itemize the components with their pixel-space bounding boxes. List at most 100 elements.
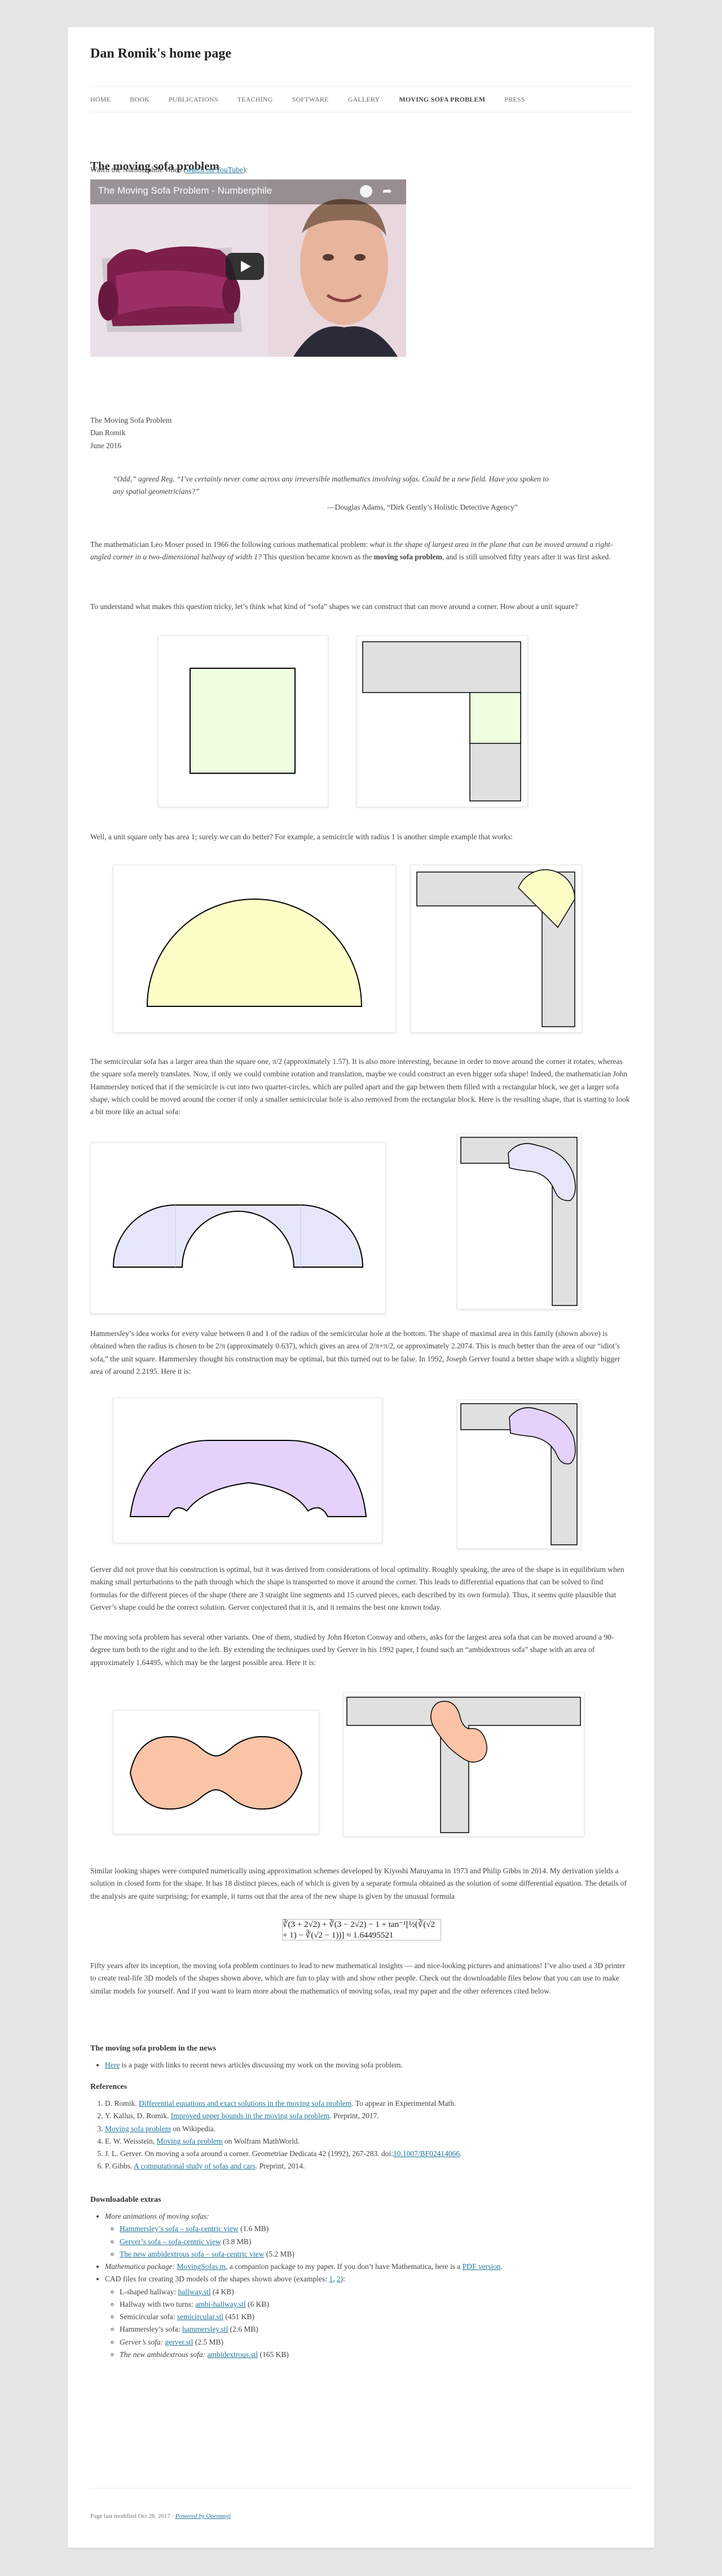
ambidextrous-shape (129, 1736, 303, 1810)
square-in-hallway (469, 692, 521, 744)
cad-file-item: The new ambidextrous sofa: ambidextrous.… (120, 2349, 632, 2361)
cad-example-2-link[interactable]: 2 (337, 2275, 341, 2283)
references-heading: References (90, 2083, 127, 2091)
cad-file-item: L-shaped hallway: hallway.stl (4 KB) (120, 2286, 632, 2298)
extras-package: Mathematica package: MovingSofas.m, a co… (105, 2260, 632, 2273)
paragraph-semicircle: Well, a unit square only has area 1; sur… (90, 833, 513, 841)
reference-item: P. Gibbs. A computational study of sofas… (105, 2160, 632, 2172)
animation-link[interactable]: Gerver’s sofa – sofa-centric view (120, 2237, 221, 2246)
references-list: D. Romik. Differential equations and exa… (90, 2097, 632, 2173)
cad-file-item: Semicircular sofa: semicircular.stl (451… (120, 2311, 632, 2323)
square-hallway-diagram (362, 641, 521, 801)
area-formula: ∛(3 + 2√2) + ∛(3 − 2√2) − 1 + tan⁻¹[½(∛(… (282, 1919, 441, 1940)
square-sofa-diagram (190, 668, 296, 774)
extras-cad: CAD files for creating 3D models of the … (105, 2273, 632, 2361)
news-item: Here is a page with links to recent news… (105, 2059, 632, 2071)
reference-item: Y. Kallus, D. Romik. Improved upper boun… (105, 2110, 632, 2122)
nav-home[interactable]: HOME (90, 95, 111, 104)
semicircle-sofa-figure (113, 865, 396, 1033)
paragraph-intro: The mathematician Leo Moser posed in 196… (90, 540, 613, 562)
nav-press[interactable]: PRESS (504, 95, 525, 104)
paper-meta: The Moving Sofa Problem Dan Romik June 2… (90, 416, 172, 450)
cad-file-link[interactable]: semicircular.stl (177, 2312, 223, 2321)
share-icon[interactable]: ➦ (382, 184, 392, 198)
nav-book[interactable]: BOOK (130, 95, 149, 104)
paragraph-optimality: Gerver did not prove that his constructi… (90, 1565, 624, 1611)
main-nav: HOME BOOK PUBLICATIONS TEACHING SOFTWARE… (90, 86, 632, 112)
square-sofa-shape (190, 668, 296, 774)
reference-item: J. L. Gerver. On moving a sofa around a … (105, 2148, 632, 2160)
gerver-hallway-diagram (460, 1403, 578, 1545)
nav-publications[interactable]: PUBLICATIONS (169, 95, 218, 104)
ambidextrous-hallway-figure (343, 1692, 584, 1837)
nav-gallery[interactable]: GALLERY (348, 95, 380, 104)
nav-moving-sofa[interactable]: MOVING SOFA PROBLEM (399, 95, 485, 104)
news-heading: The moving sofa problem in the news (90, 2044, 216, 2053)
reference-item: E. W. Weisstein, Moving sofa problem on … (105, 2135, 632, 2148)
animation-item: Hammersley’s sofa – sofa-centric view (1… (120, 2223, 632, 2235)
cad-file-item: Gerver’s sofa: gerver.stl (2.5 MB) (120, 2336, 632, 2349)
animation-link[interactable]: Hammersley’s sofa – sofa-centric view (120, 2224, 239, 2233)
footer-divider (90, 2488, 632, 2489)
footer-link[interactable]: Powered by Openmoji (175, 2513, 231, 2520)
cad-file-link[interactable]: gerver.stl (165, 2338, 193, 2346)
cad-file-link[interactable]: ambidextrous.stl (208, 2350, 258, 2359)
extras-animations: More animations of moving sofas: Hammers… (105, 2210, 632, 2260)
gerver-shape (129, 1440, 367, 1517)
epigraph-attribution: —Douglas Adams, “Dirk Gently’s Holistic … (327, 503, 518, 511)
site-title[interactable]: Dan Romik's home page (90, 46, 231, 62)
hammersley-hallway-figure (457, 1133, 581, 1309)
semicircle-shape (146, 899, 363, 1007)
animation-link[interactable]: The new ambidextrous sofa – sofa-centric… (120, 2250, 264, 2258)
cad-file-link[interactable]: hallway.stl (178, 2288, 210, 2296)
paragraph-square: To understand what makes this question t… (90, 602, 578, 611)
square-hallway-figure (356, 636, 528, 807)
site-footer: Page last modified Oct 28, 2017 · Powere… (90, 2513, 231, 2520)
hammersley-sofa-figure (90, 1142, 386, 1314)
reference-link[interactable]: Improved upper bounds in the moving sofa… (171, 2111, 330, 2120)
cad-file-item: Hammersley’s sofa: hammersley.stl (2.6 M… (120, 2323, 632, 2336)
play-icon (241, 261, 251, 272)
news-list: Here is a page with links to recent news… (90, 2059, 632, 2071)
reference-link[interactable]: Differential equations and exact solutio… (139, 2099, 351, 2108)
paragraph-hammersley: The semicircular sofa has a larger area … (90, 1057, 630, 1116)
nav-software[interactable]: SOFTWARE (292, 95, 329, 104)
youtube-link[interactable]: watch on YouTube (186, 165, 243, 174)
reference-item: Moving sofa problem on Wikipedia. (105, 2123, 632, 2135)
ambidextrous-hallway-diagram (346, 1697, 581, 1833)
extras-list: More animations of moving sofas: Hammers… (90, 2210, 632, 2361)
cad-file-link[interactable]: hammersley.stl (182, 2325, 228, 2333)
hammersley-sofa-diagram (112, 1204, 364, 1268)
gerver-hallway-figure (457, 1400, 581, 1549)
extras-heading: Downloadable extras (90, 2196, 161, 2204)
epigraph-quote: “Odd,” agreed Reg. “I’ve certainly never… (113, 475, 549, 496)
nav-teaching[interactable]: TEACHING (237, 95, 273, 104)
video-intro-text: Watch the Numberphile video (watch on Yo… (90, 165, 248, 174)
news-link[interactable]: Here (105, 2061, 120, 2069)
video-embed[interactable]: The Moving Sofa Problem - Numberphile ➦ (90, 179, 406, 357)
reference-link[interactable]: 10.1007/BF02414066 (393, 2149, 460, 2158)
package-link[interactable]: MovingSofas.m (177, 2262, 226, 2271)
semicircle-hallway-figure (411, 865, 582, 1033)
reference-item: D. Romik. Differential equations and exa… (105, 2097, 632, 2110)
paragraph-gerver: Hammersley’s idea works for every value … (90, 1329, 620, 1375)
hammersley-hallway-diagram (460, 1137, 578, 1306)
play-button[interactable] (226, 253, 264, 280)
ambidextrous-sofa-figure (113, 1710, 319, 1834)
pdf-link[interactable]: PDF version (463, 2262, 501, 2271)
hammersley-shape (112, 1204, 364, 1268)
reference-link[interactable]: Moving sofa problem (105, 2124, 171, 2133)
reference-link[interactable]: A computational study of sofas and cars (134, 2162, 256, 2170)
animation-item: The new ambidextrous sofa – sofa-centric… (120, 2248, 632, 2260)
video-title[interactable]: The Moving Sofa Problem - Numberphile (98, 185, 272, 196)
paragraph-ambidextrous: The moving sofa problem has several othe… (90, 1633, 614, 1667)
animation-item: Gerver’s sofa – sofa-centric view (3.8 M… (120, 2236, 632, 2248)
reference-link[interactable]: Moving sofa problem (157, 2137, 223, 2145)
watch-later-icon[interactable] (360, 185, 372, 198)
cad-file-link[interactable]: ambi-hallway.stl (195, 2300, 245, 2308)
gerver-sofa-diagram (129, 1440, 367, 1517)
page-container: Dan Romik's home page HOME BOOK PUBLICAT… (68, 27, 654, 2548)
paragraph-conclusion: Fifty years after its inception, the mov… (90, 1961, 626, 1995)
paragraph-formula: Similar looking shapes were computed num… (90, 1867, 627, 1900)
gerver-sofa-figure (113, 1397, 382, 1543)
